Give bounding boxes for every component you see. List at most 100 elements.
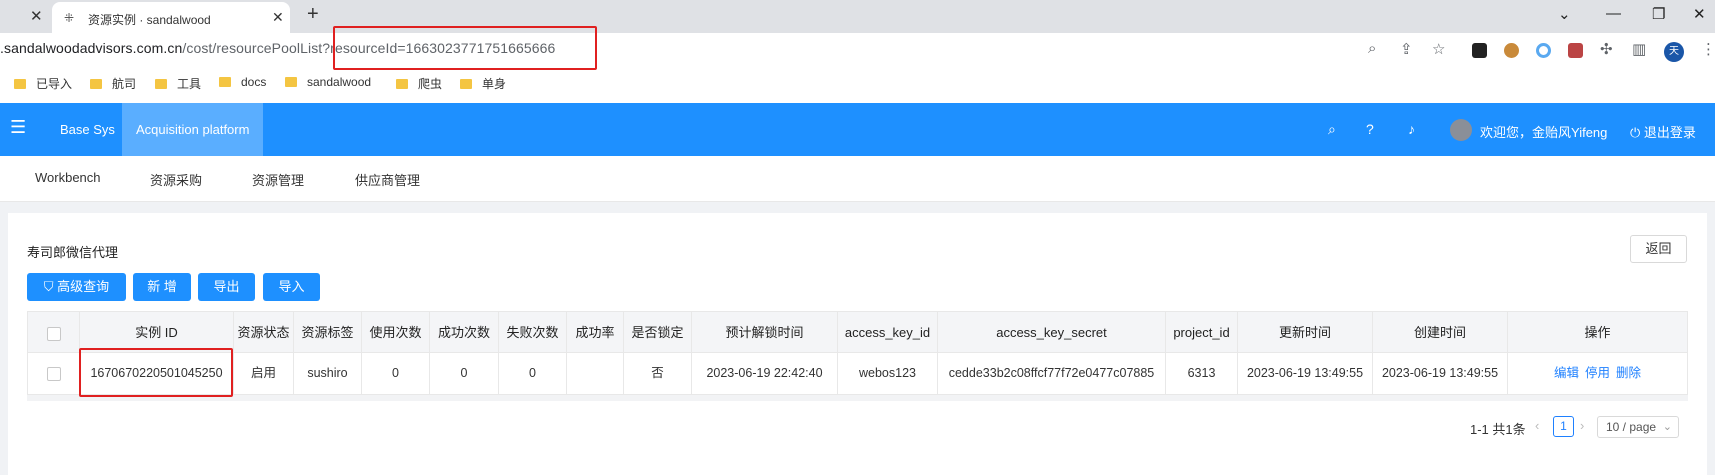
- bookmark-folder[interactable]: 工具: [155, 75, 201, 92]
- close-icon[interactable]: ✕: [30, 7, 43, 25]
- bookmark-folder[interactable]: 航司: [90, 75, 136, 92]
- url-query-highlight-box: [333, 26, 597, 70]
- export-button[interactable]: 导出: [198, 273, 255, 301]
- cell-access-key-id: webos123: [838, 353, 938, 394]
- tab-resource-purchase[interactable]: 资源采购: [150, 170, 202, 189]
- advanced-query-button[interactable]: ⛉ 高级查询: [27, 273, 126, 301]
- delete-link[interactable]: 删除: [1616, 366, 1641, 380]
- new-tab-button[interactable]: +: [307, 3, 319, 26]
- extension-icon[interactable]: [1472, 43, 1487, 58]
- bookmark-label: docs: [241, 75, 267, 89]
- avatar[interactable]: 天: [1664, 42, 1684, 62]
- bookmark-label: 航司: [112, 77, 137, 91]
- table-scrollbar-track[interactable]: [27, 395, 1688, 401]
- restore-button[interactable]: ❐: [1652, 5, 1665, 23]
- select-all-checkbox[interactable]: [46, 326, 61, 341]
- bookmark-folder[interactable]: 爬虫: [396, 75, 442, 92]
- page-size-select[interactable]: 10 / page ⌄: [1597, 416, 1679, 438]
- column-header: project_id: [1166, 312, 1238, 353]
- nav-acquisition-platform[interactable]: Acquisition platform: [122, 103, 264, 156]
- cell-unlock-time: 2023-06-19 22:42:40: [692, 353, 838, 394]
- cell-locked: 否: [624, 353, 692, 394]
- browser-tab-active[interactable]: ⁜ 资源实例 · sandalwood ✕: [52, 2, 290, 33]
- cell-fail-count: 0: [499, 353, 567, 394]
- advanced-query-label: 高级查询: [57, 279, 110, 294]
- bell-icon[interactable]: ♪: [1408, 121, 1415, 137]
- search-icon[interactable]: ⌕: [1328, 121, 1336, 138]
- next-page-icon[interactable]: ›: [1580, 418, 1584, 433]
- address-bar[interactable]: .sandalwoodadvisors.com.cn/cost/resource…: [0, 33, 1715, 63]
- tab-title: 资源实例 · sandalwood: [88, 13, 211, 27]
- row-select-cell: [28, 353, 80, 394]
- chevron-down-icon[interactable]: ⌄: [1558, 5, 1571, 23]
- cookie-extension-icon[interactable]: [1504, 43, 1519, 58]
- cell-updated-time: 2023-06-19 13:49:55: [1238, 353, 1373, 394]
- logout-button[interactable]: ⏻ 退出登录: [1630, 122, 1696, 141]
- table-header: 实例 ID 资源状态 资源标签 使用次数 成功次数 失败次数 成功率 是否锁定 …: [27, 311, 1688, 353]
- bookmark-star-icon[interactable]: ☆: [1432, 40, 1445, 58]
- import-button[interactable]: 导入: [263, 273, 320, 301]
- select-all-cell: [28, 312, 80, 353]
- cell-success-count: 0: [430, 353, 499, 394]
- tab-supplier-management[interactable]: 供应商管理: [355, 170, 420, 189]
- column-header: 成功率: [567, 312, 624, 353]
- app-header: ☰ Base Sys Acquisition platform ⌕ ? ♪ 欢迎…: [0, 103, 1715, 156]
- window-close-button[interactable]: ✕: [1693, 5, 1706, 23]
- bookmark-folder[interactable]: 单身: [460, 75, 506, 92]
- cell-created-time: 2023-06-19 13:49:55: [1373, 353, 1508, 394]
- bookmark-folder[interactable]: docs: [219, 75, 266, 89]
- row-checkbox[interactable]: [46, 366, 61, 381]
- tab-workbench[interactable]: Workbench: [35, 170, 101, 185]
- cell-success-rate: [567, 353, 624, 394]
- bookmark-folder[interactable]: 已导入: [14, 75, 72, 92]
- puzzle-icon[interactable]: ✣: [1600, 40, 1613, 58]
- help-icon[interactable]: ?: [1366, 121, 1374, 137]
- close-icon[interactable]: ✕: [272, 9, 284, 26]
- column-header: 更新时间: [1238, 312, 1373, 353]
- zoom-icon[interactable]: ⌕: [1368, 40, 1376, 57]
- disable-link[interactable]: 停用: [1585, 366, 1610, 380]
- column-header: 使用次数: [362, 312, 430, 353]
- folder-icon: [285, 77, 297, 87]
- sub-menu: Workbench 资源采购 资源管理 供应商管理: [0, 156, 1715, 202]
- instance-id-highlight-box: [79, 348, 233, 397]
- cell-project-id: 6313: [1166, 353, 1238, 394]
- logout-icon: ⏻: [1630, 125, 1644, 140]
- pagination-total: 1-1 共1条: [1470, 422, 1526, 437]
- prev-page-icon[interactable]: ‹: [1535, 418, 1539, 433]
- add-button[interactable]: 新 增: [133, 273, 191, 301]
- bookmark-label: 爬虫: [418, 77, 443, 91]
- cell-use-count: 0: [362, 353, 430, 394]
- column-header: 操作: [1584, 325, 1611, 340]
- minimize-button[interactable]: —: [1606, 5, 1621, 22]
- extension-icon[interactable]: [1536, 43, 1551, 58]
- welcome-text: 欢迎您，金贻风Yifeng: [1480, 125, 1608, 140]
- folder-icon: [396, 79, 408, 89]
- tab-resource-management[interactable]: 资源管理: [252, 170, 304, 189]
- bookmark-label: 工具: [177, 77, 202, 91]
- side-panel-icon[interactable]: ▥: [1632, 40, 1646, 58]
- share-icon[interactable]: ⇪: [1400, 40, 1413, 58]
- bookmark-folder[interactable]: sandalwood: [285, 75, 371, 89]
- column-header: 失败次数: [499, 312, 567, 353]
- extension-icon[interactable]: [1568, 43, 1583, 58]
- page-size-label: 10 / page: [1606, 420, 1657, 434]
- folder-icon: [219, 77, 231, 87]
- table-row[interactable]: 1670670220501045250 启用 sushiro 0 0 0 否 2…: [27, 353, 1688, 395]
- column-header: 创建时间: [1373, 312, 1508, 353]
- column-header: access_key_id: [838, 312, 938, 353]
- avatar[interactable]: [1450, 119, 1472, 141]
- nav-base-sys[interactable]: Base Sys: [46, 103, 129, 156]
- url-host: .sandalwoodadvisors.com.cn: [0, 40, 183, 56]
- cell-actions: 编辑 停用 删除: [1508, 353, 1687, 394]
- column-header: 实例 ID: [80, 312, 234, 353]
- folder-icon: [460, 79, 472, 89]
- column-header: access_key_secret: [938, 312, 1166, 353]
- page-icon: ⁜: [64, 11, 75, 25]
- more-icon[interactable]: ⋮: [1701, 40, 1715, 58]
- page-number-current[interactable]: 1: [1553, 416, 1574, 437]
- back-button[interactable]: 返回: [1630, 235, 1687, 263]
- edit-link[interactable]: 编辑: [1554, 366, 1579, 380]
- column-header: 资源标签: [294, 312, 362, 353]
- menu-toggle-icon[interactable]: ☰: [10, 117, 26, 138]
